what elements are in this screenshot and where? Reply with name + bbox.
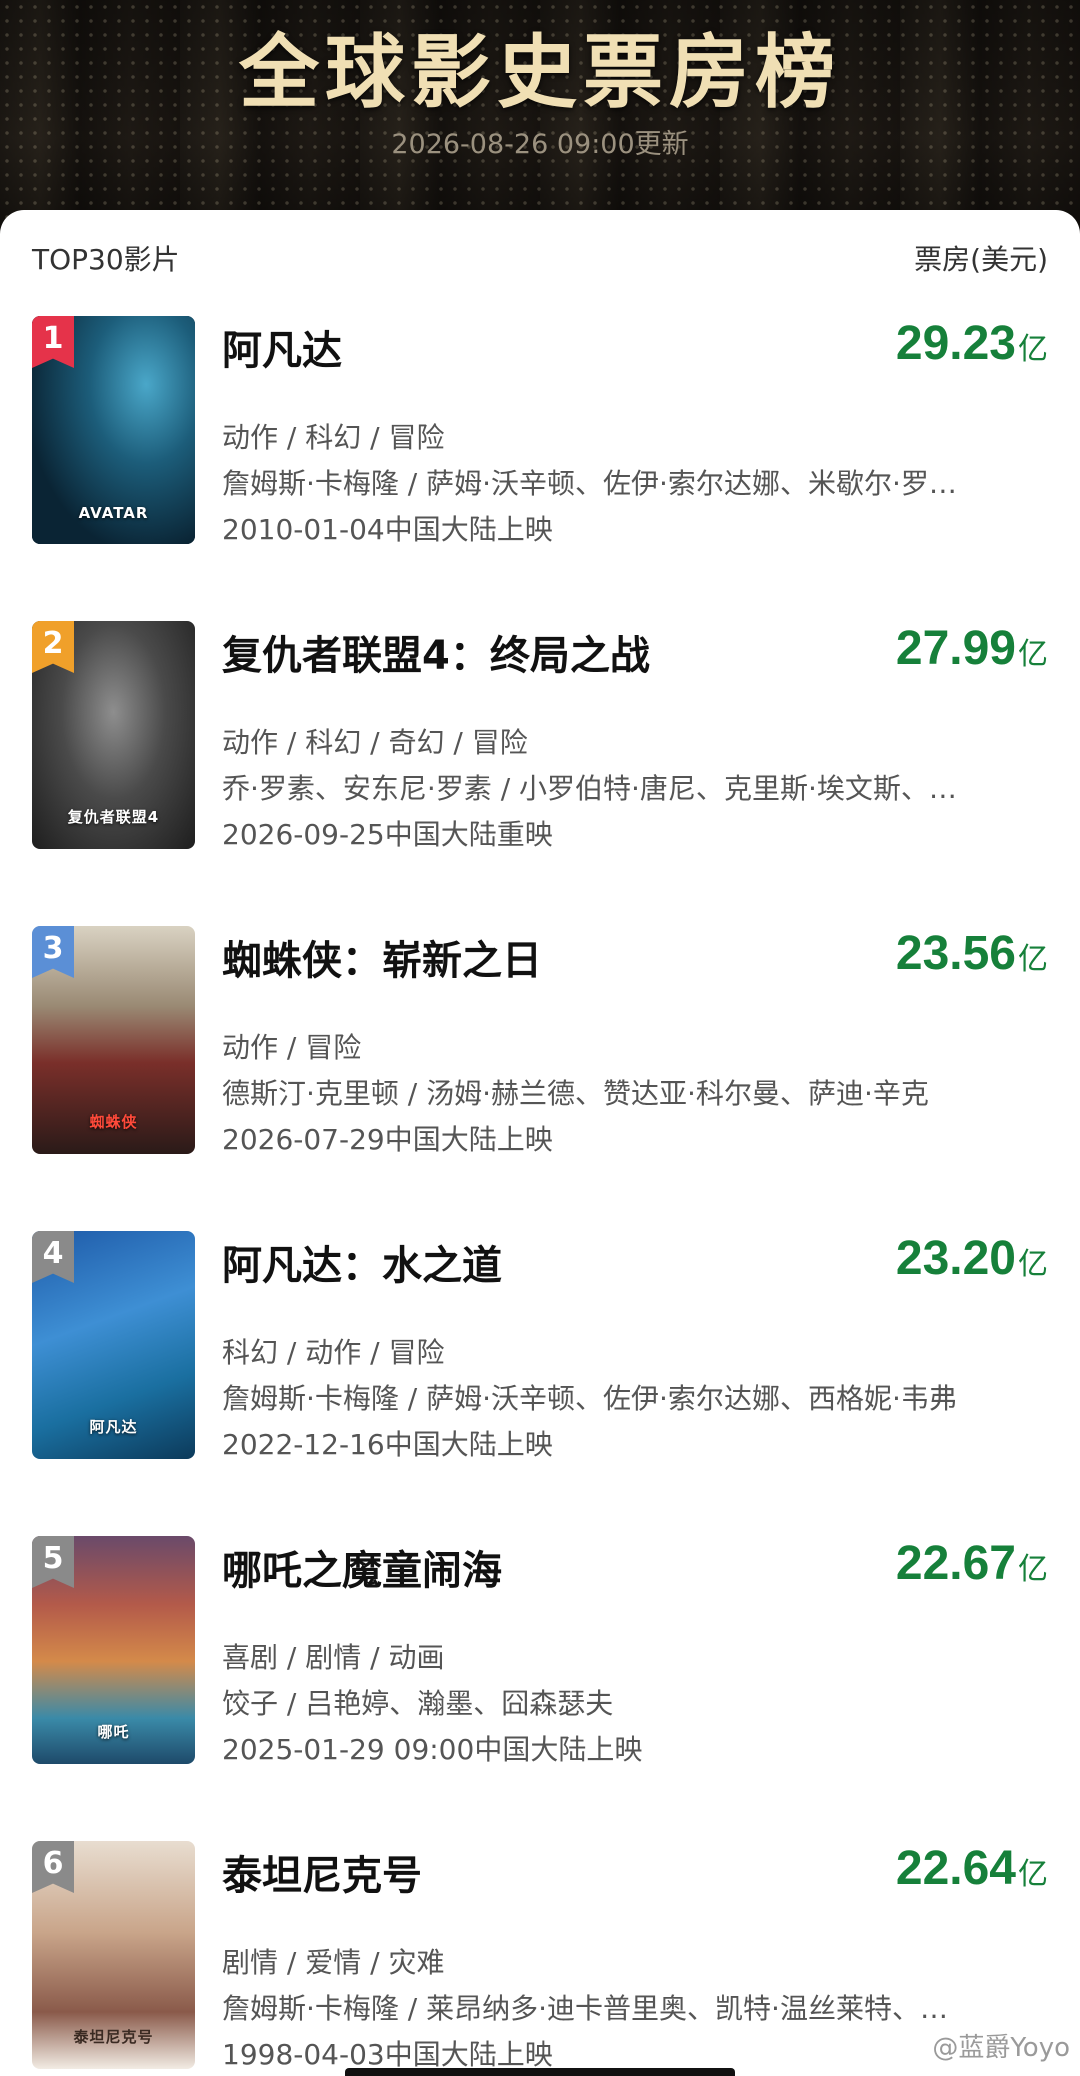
movie-release: 2010-01-04中国大陆上映: [222, 513, 553, 546]
movie-poster[interactable]: AVATAR 1: [32, 316, 195, 544]
poster-caption: 泰坦尼克号: [73, 2028, 154, 2046]
box-office-value: 22.64: [895, 1842, 1016, 1895]
movie-release: 2026-09-25中国大陆重映: [222, 818, 553, 851]
list-header-gross-label[interactable]: 票房(美元): [914, 238, 1048, 278]
poster-caption: 复仇者联盟4: [67, 808, 160, 826]
box-office-unit: 亿: [1018, 637, 1048, 672]
box-office-unit: 亿: [1018, 332, 1048, 367]
box-office: 29.23亿: [896, 316, 1048, 371]
box-office-unit: 亿: [1018, 942, 1048, 977]
box-office: 22.67亿: [896, 1536, 1048, 1591]
movie-row[interactable]: AVATAR 1 阿凡达 29.23亿 动作 / 科幻 / 冒险 詹姆斯·卡梅隆…: [0, 316, 1080, 621]
watermark: @蓝爵Yoyo: [932, 2033, 1070, 2063]
hero-banner: 全球影史票房榜 2026-08-26 09:00更新: [0, 0, 1080, 230]
movie-genres: 剧情 / 爱情 / 灾难: [222, 1946, 445, 1979]
movie-row[interactable]: 泰坦尼克号 6 泰坦尼克号 22.64亿 剧情 / 爱情 / 灾难 詹姆斯·卡梅…: [0, 1841, 1080, 2076]
movie-poster[interactable]: 哪吒 5: [32, 1536, 195, 1764]
movie-genres: 动作 / 科幻 / 奇幻 / 冒险: [222, 726, 528, 759]
home-indicator[interactable]: [345, 2068, 735, 2076]
movie-title[interactable]: 蜘蛛侠：崭新之日: [222, 928, 542, 986]
movie-title[interactable]: 泰坦尼克号: [222, 1843, 422, 1901]
ranking-panel: TOP30影片 票房(美元) AVATAR 1 阿凡达 29.23亿 动作 / …: [0, 210, 1080, 2076]
movie-cast: 詹姆斯·卡梅隆 / 莱昂纳多·迪卡普里奥、凯特·温丝莱特、…: [222, 1992, 948, 2025]
poster-caption: 蜘蛛侠: [89, 1113, 138, 1131]
box-office: 27.99亿: [896, 621, 1048, 676]
movie-poster[interactable]: 复仇者联盟4 2: [32, 621, 195, 849]
page-title: 全球影史票房榜: [239, 26, 841, 119]
box-office-value: 22.67: [895, 1537, 1016, 1590]
movie-cast: 乔·罗素、安东尼·罗素 / 小罗伯特·唐尼、克里斯·埃文斯、…: [222, 772, 957, 805]
box-office: 23.20亿: [896, 1231, 1048, 1286]
movie-row[interactable]: 阿凡达 4 阿凡达：水之道 23.20亿 科幻 / 动作 / 冒险 詹姆斯·卡梅…: [0, 1231, 1080, 1536]
movie-cast: 饺子 / 吕艳婷、瀚墨、囧森瑟夫: [222, 1687, 614, 1720]
movie-genres: 动作 / 科幻 / 冒险: [222, 421, 445, 454]
box-office-unit: 亿: [1018, 1247, 1048, 1282]
box-office-value: 27.99: [895, 622, 1016, 675]
box-office-value: 23.56: [895, 927, 1016, 980]
poster-caption: 阿凡达: [89, 1418, 138, 1436]
movie-cast: 詹姆斯·卡梅隆 / 萨姆·沃辛顿、佐伊·索尔达娜、西格妮·韦弗: [222, 1382, 957, 1415]
box-office-unit: 亿: [1018, 1857, 1048, 1892]
movie-title[interactable]: 阿凡达: [222, 318, 342, 376]
box-office: 23.56亿: [896, 926, 1048, 981]
movie-cast: 德斯汀·克里顿 / 汤姆·赫兰德、赞达亚·科尔曼、萨迪·辛克: [222, 1077, 929, 1110]
movie-release: 2025-01-29 09:00中国大陆上映: [222, 1733, 643, 1766]
movie-release: 2026-07-29中国大陆上映: [222, 1123, 553, 1156]
movie-title[interactable]: 阿凡达：水之道: [222, 1233, 502, 1291]
movie-poster[interactable]: 蜘蛛侠 3: [32, 926, 195, 1154]
movie-poster[interactable]: 阿凡达 4: [32, 1231, 195, 1459]
movie-genres: 科幻 / 动作 / 冒险: [222, 1336, 445, 1369]
update-time: 2026-08-26 09:00更新: [391, 129, 689, 160]
list-header: TOP30影片 票房(美元): [0, 210, 1080, 300]
movie-title[interactable]: 复仇者联盟4：终局之战: [222, 623, 650, 681]
poster-caption: AVATAR: [78, 504, 149, 522]
box-office-value: 23.20: [895, 1232, 1016, 1285]
movie-row[interactable]: 蜘蛛侠 3 蜘蛛侠：崭新之日 23.56亿 动作 / 冒险 德斯汀·克里顿 / …: [0, 926, 1080, 1231]
box-office: 22.64亿: [896, 1841, 1048, 1896]
box-office-value: 29.23: [895, 317, 1016, 370]
box-office-unit: 亿: [1018, 1552, 1048, 1587]
movie-release: 1998-04-03中国大陆上映: [222, 2038, 553, 2071]
movie-release: 2022-12-16中国大陆上映: [222, 1428, 553, 1461]
movie-poster[interactable]: 泰坦尼克号 6: [32, 1841, 195, 2069]
poster-caption: 哪吒: [97, 1723, 130, 1741]
movie-cast: 詹姆斯·卡梅隆 / 萨姆·沃辛顿、佐伊·索尔达娜、米歇尔·罗…: [222, 467, 957, 500]
movie-title[interactable]: 哪吒之魔童闹海: [222, 1538, 502, 1596]
list-header-title: TOP30影片: [32, 243, 180, 276]
movie-genres: 动作 / 冒险: [222, 1031, 362, 1064]
movie-genres: 喜剧 / 剧情 / 动画: [222, 1641, 445, 1674]
movie-row[interactable]: 哪吒 5 哪吒之魔童闹海 22.67亿 喜剧 / 剧情 / 动画 饺子 / 吕艳…: [0, 1536, 1080, 1841]
movie-row[interactable]: 复仇者联盟4 2 复仇者联盟4：终局之战 27.99亿 动作 / 科幻 / 奇幻…: [0, 621, 1080, 926]
